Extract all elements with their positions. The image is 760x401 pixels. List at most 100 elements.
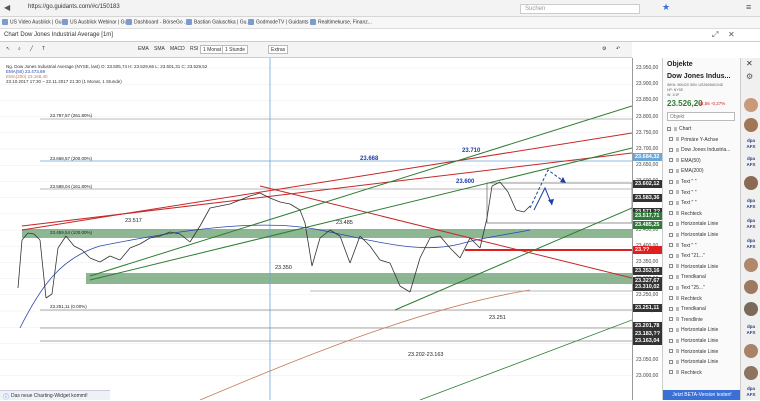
- object-list-item[interactable]: Trendkanal: [669, 304, 739, 314]
- object-list-item[interactable]: Primäre Y-Achse: [669, 135, 739, 145]
- object-list-item[interactable]: Text "21...": [669, 251, 739, 261]
- visibility-checkbox[interactable]: [669, 222, 673, 227]
- object-list-item[interactable]: Text " ": [669, 198, 739, 208]
- dpa-afx-logo[interactable]: dpa AFX: [744, 324, 758, 336]
- visibility-checkbox[interactable]: [669, 328, 673, 333]
- lock-icon[interactable]: [676, 253, 679, 258]
- object-list-item[interactable]: Text " ": [669, 188, 739, 198]
- visibility-checkbox[interactable]: [669, 190, 673, 195]
- lock-icon[interactable]: [676, 349, 679, 354]
- visibility-checkbox[interactable]: [669, 349, 673, 354]
- tool-rsi-button[interactable]: RSI: [188, 45, 200, 54]
- object-list-item[interactable]: Dow Jones Industria...: [669, 145, 739, 155]
- visibility-checkbox[interactable]: [669, 370, 673, 375]
- visibility-checkbox[interactable]: [669, 338, 673, 343]
- search-input[interactable]: Suchen: [520, 4, 640, 14]
- lock-icon[interactable]: [676, 275, 679, 280]
- object-list-item[interactable]: Text " ": [669, 241, 739, 251]
- object-list-item[interactable]: EMA(200): [669, 166, 739, 176]
- object-list-item[interactable]: Rechteck: [669, 368, 739, 378]
- url-field[interactable]: https://go.guidants.com/#c/150183: [28, 4, 120, 10]
- visibility-checkbox[interactable]: [669, 359, 673, 364]
- object-list-item[interactable]: Text " ": [669, 177, 739, 187]
- close-icon[interactable]: ✕: [728, 30, 735, 39]
- dpa-afx-logo[interactable]: dpa AFX: [744, 386, 758, 398]
- bookmark-1[interactable]: US Video Ausblick | Gu...: [2, 19, 66, 25]
- dpa-afx-logo[interactable]: dpa AFX: [744, 218, 758, 230]
- visibility-checkbox[interactable]: [669, 306, 673, 311]
- tool-cursor-icon[interactable]: ↖: [4, 45, 12, 54]
- avatar[interactable]: [744, 344, 758, 358]
- lock-icon[interactable]: [676, 137, 679, 142]
- visibility-checkbox[interactable]: [669, 200, 673, 205]
- lock-icon[interactable]: [676, 232, 679, 237]
- avatar[interactable]: [744, 366, 758, 380]
- lock-icon[interactable]: [676, 317, 679, 322]
- object-list-item[interactable]: Text "25...": [669, 283, 739, 293]
- avatar[interactable]: [744, 98, 758, 112]
- object-list-item[interactable]: Trendkanal: [669, 272, 739, 282]
- visibility-checkbox[interactable]: [669, 264, 673, 269]
- visibility-checkbox[interactable]: [669, 169, 673, 174]
- object-list-item[interactable]: Trendlinie: [669, 315, 739, 325]
- lock-icon[interactable]: [676, 169, 679, 174]
- undo-icon[interactable]: ↶: [614, 45, 622, 54]
- avatar[interactable]: [744, 280, 758, 294]
- tool-text-icon[interactable]: T: [40, 45, 47, 54]
- visibility-checkbox[interactable]: [669, 147, 673, 152]
- object-list-item[interactable]: Horizontale Linie: [669, 262, 739, 272]
- interval-select[interactable]: 1 Stunde: [222, 45, 249, 54]
- dpa-afx-logo[interactable]: dpa AFX: [744, 238, 758, 250]
- dpa-afx-logo[interactable]: dpa AFX: [744, 156, 758, 168]
- back-icon[interactable]: ◀: [4, 3, 10, 12]
- bookmark-4[interactable]: Bastian Galuschka | Gu...: [186, 19, 251, 25]
- instrument-name[interactable]: Dow Jones Indus...: [667, 73, 730, 80]
- visibility-checkbox[interactable]: [669, 253, 673, 258]
- avatar[interactable]: [744, 302, 758, 316]
- visibility-checkbox[interactable]: [669, 285, 673, 290]
- object-list-item[interactable]: Horizontale Linie: [669, 219, 739, 229]
- object-list-item[interactable]: Chart: [667, 124, 737, 134]
- lock-icon[interactable]: [676, 179, 679, 184]
- lock-icon[interactable]: [674, 126, 677, 131]
- visibility-checkbox[interactable]: [669, 232, 673, 237]
- extras-menu[interactable]: Extras: [268, 45, 289, 54]
- object-list-item[interactable]: Horizontale Linie: [669, 230, 739, 240]
- lock-icon[interactable]: [676, 264, 679, 269]
- chart-canvas[interactable]: Ng. Dow Jones Industrial Average (NYSE, …: [0, 58, 632, 401]
- bookmark-3[interactable]: Dashboard - BörseGo ...: [126, 19, 188, 25]
- price-axis[interactable]: 23.950,00 23.900,00 23.850,00 23.800,00 23.7…: [632, 58, 663, 400]
- object-list-item[interactable]: Horizontale Linie: [669, 336, 739, 346]
- lock-icon[interactable]: [676, 296, 679, 301]
- bookmark-6[interactable]: Realtimekurse, Finanz...: [310, 19, 372, 25]
- avatar[interactable]: [744, 118, 758, 132]
- visibility-checkbox[interactable]: [669, 158, 673, 163]
- visibility-checkbox[interactable]: [669, 137, 673, 142]
- bookmark-2[interactable]: US Ausblick Webinar | Gu...: [62, 19, 132, 25]
- lock-icon[interactable]: [676, 243, 679, 248]
- star-icon[interactable]: ★: [662, 2, 670, 13]
- dpa-afx-logo[interactable]: dpa AFX: [744, 198, 758, 210]
- dpa-afx-logo[interactable]: dpa AFX: [744, 138, 758, 150]
- visibility-checkbox[interactable]: [669, 179, 673, 184]
- tool-zoom-icon[interactable]: ⌕: [16, 45, 23, 54]
- visibility-checkbox[interactable]: [669, 211, 673, 216]
- object-list-item[interactable]: Horizontale Linie: [669, 357, 739, 367]
- tool-macd-button[interactable]: MACD: [168, 45, 187, 54]
- lock-icon[interactable]: [676, 359, 679, 364]
- status-bar[interactable]: ⓘ Das neue Charting-Widget kommt!: [0, 390, 110, 401]
- price-chart[interactable]: [0, 58, 632, 400]
- lock-icon[interactable]: [676, 285, 679, 290]
- lock-icon[interactable]: [676, 190, 679, 195]
- timeframe-select[interactable]: 1 Monat: [200, 45, 225, 54]
- sidebar-gear-icon[interactable]: ⚙: [746, 72, 753, 81]
- tool-sma-button[interactable]: SMA: [152, 45, 167, 54]
- avatar[interactable]: [744, 176, 758, 190]
- tool-ema-button[interactable]: EMA: [136, 45, 151, 54]
- lock-icon[interactable]: [676, 158, 679, 163]
- expand-icon[interactable]: ⤢: [712, 30, 718, 40]
- visibility-checkbox[interactable]: [669, 296, 673, 301]
- visibility-checkbox[interactable]: [669, 275, 673, 280]
- object-list-item[interactable]: Horizontale Linie: [669, 347, 739, 357]
- close-sidebar-icon[interactable]: ✕: [746, 59, 753, 68]
